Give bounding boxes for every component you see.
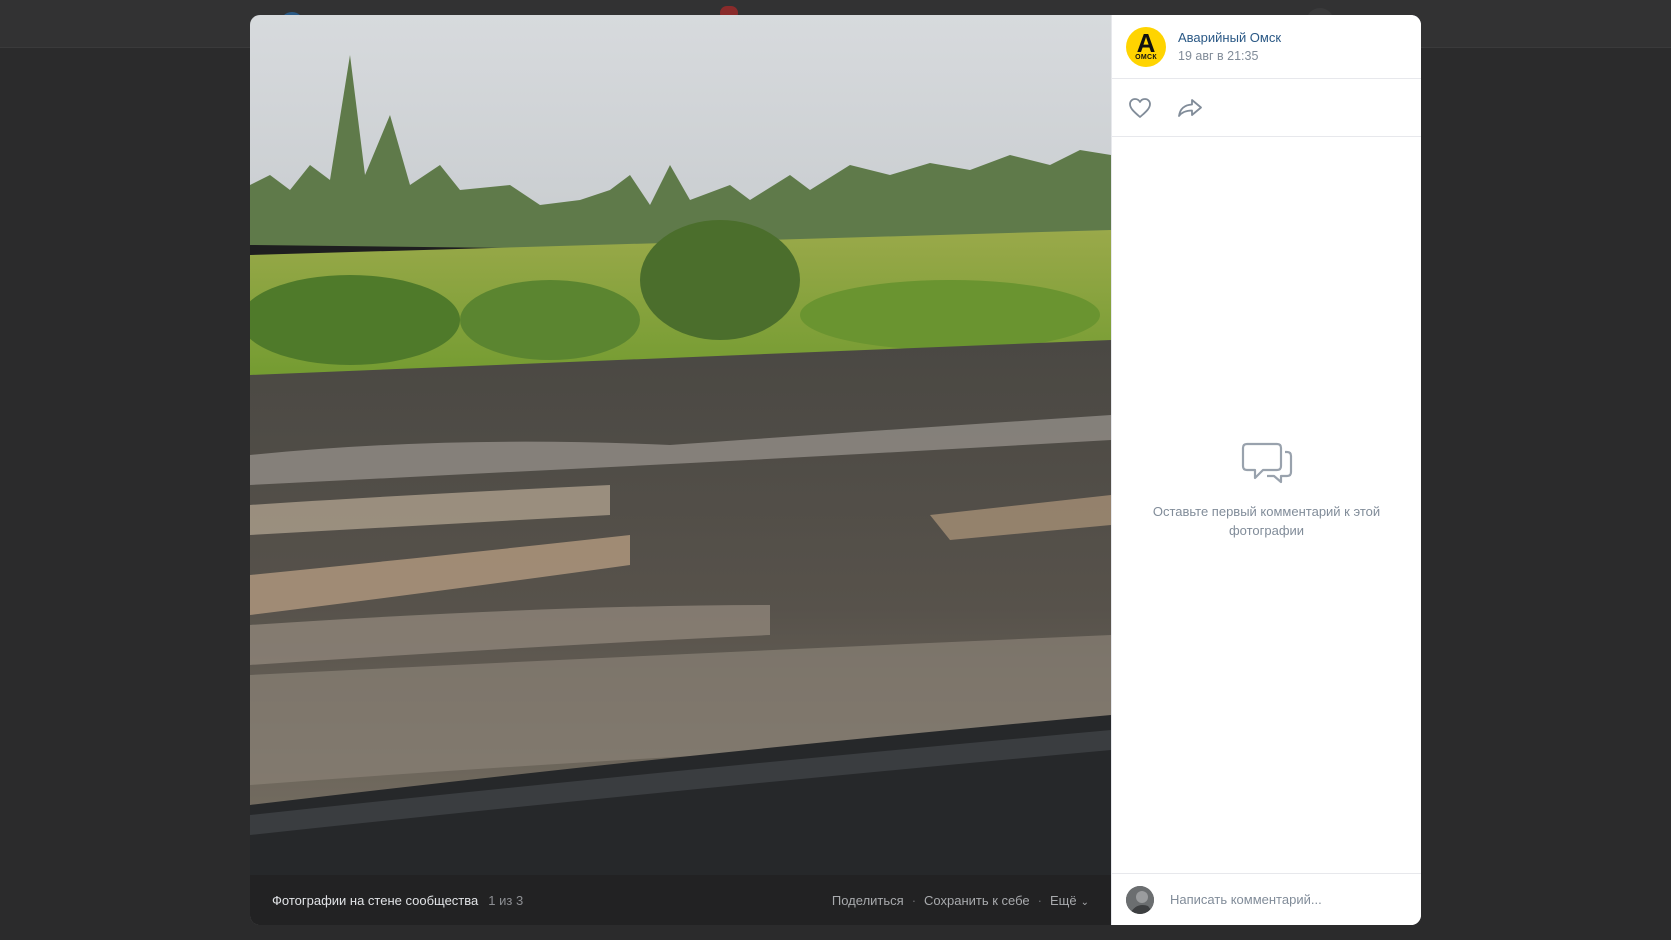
photo-footer: Фотографии на стене сообщества 1 из 3 По… <box>250 875 1111 925</box>
footer-separator: · <box>911 892 917 908</box>
photo-pane: Фотографии на стене сообщества 1 из 3 По… <box>250 15 1111 925</box>
share-button[interactable] <box>1176 94 1204 122</box>
footer-separator: · <box>1037 892 1042 908</box>
post-date[interactable]: 19 авг в 21:35 <box>1178 49 1281 63</box>
author-block: Аварийный Омск 19 авг в 21:35 <box>1178 30 1281 63</box>
community-avatar[interactable]: A ОМСК <box>1126 26 1166 67</box>
share-link[interactable]: Поделиться <box>832 893 904 908</box>
more-menu-button[interactable]: Ещё ⌄ <box>1050 893 1089 908</box>
album-title[interactable]: Фотографии на стене сообщества <box>272 893 478 908</box>
save-to-self-link[interactable]: Сохранить к себе <box>924 893 1030 908</box>
more-label: Ещё <box>1050 892 1077 908</box>
photo-viewer-modal: Фотографии на стене сообщества 1 из 3 По… <box>250 15 1421 925</box>
actions-row <box>1112 79 1421 137</box>
photo-counter: 1 из 3 <box>488 892 524 908</box>
post-header: A ОМСК Аварийный Омск 19 авг в 21:35 <box>1112 15 1421 79</box>
photo[interactable] <box>250 15 1111 875</box>
comment-bar <box>1112 873 1421 925</box>
user-photo <box>1126 885 1154 914</box>
share-arrow-icon <box>1178 98 1202 117</box>
empty-comments-text: Оставьте первый комментарий к этой фотог… <box>1152 504 1381 538</box>
comments-area: Оставьте первый комментарий к этой фотог… <box>1112 137 1421 873</box>
comment-input[interactable] <box>1170 892 1407 907</box>
chevron-down-icon: ⌄ <box>1080 896 1089 908</box>
muddy-road-photo <box>250 15 1111 875</box>
current-user-avatar[interactable] <box>1126 885 1154 914</box>
chat-bubbles-icon <box>1241 442 1292 484</box>
heart-icon <box>1129 97 1151 118</box>
avatar-logo-mark: A <box>1136 27 1156 58</box>
like-button[interactable] <box>1126 94 1154 122</box>
avatar-logo-text: ОМСК <box>1135 53 1157 61</box>
side-panel: A ОМСК Аварийный Омск 19 авг в 21:35 Ост… <box>1111 15 1421 925</box>
author-name[interactable]: Аварийный Омск <box>1178 30 1281 45</box>
